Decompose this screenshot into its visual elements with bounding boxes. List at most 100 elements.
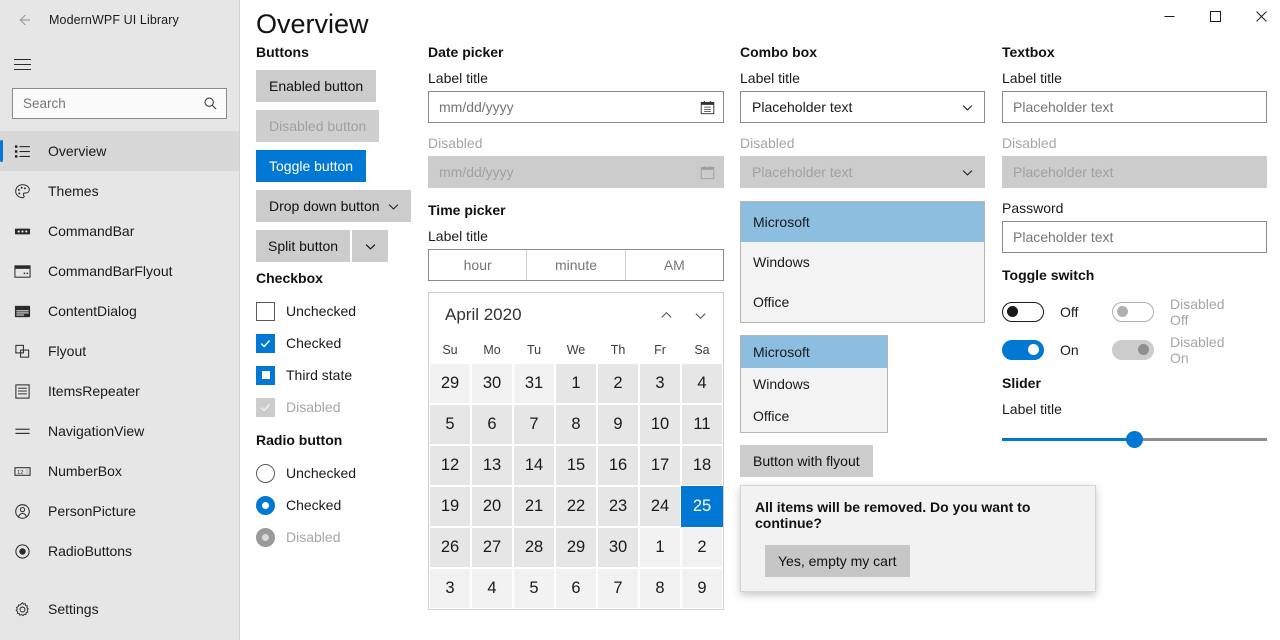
calendar-day-cell[interactable]: 1 (639, 527, 681, 568)
password-input[interactable]: Placeholder text (1002, 221, 1267, 253)
calendar-day-cell[interactable]: 20 (471, 486, 513, 527)
toggle-button[interactable]: Toggle button (256, 150, 366, 182)
back-arrow-icon[interactable] (2, 4, 46, 36)
toggle-switch-off-group[interactable]: Off (1002, 302, 1112, 322)
calendar-day-cell[interactable]: 5 (429, 404, 471, 445)
calendar-day-cell[interactable]: 5 (513, 568, 555, 609)
minimize-button[interactable] (1146, 0, 1192, 32)
sidebar-item-radiobuttons[interactable]: RadioButtons (0, 531, 239, 571)
search-icon[interactable] (203, 96, 218, 111)
list-item[interactable]: Windows (741, 368, 887, 400)
sidebar-item-flyout[interactable]: Flyout (0, 331, 239, 371)
list-item[interactable]: Windows (741, 242, 984, 282)
button-with-flyout[interactable]: Button with flyout (740, 445, 873, 477)
checkbox-third-state[interactable]: Third state (256, 360, 428, 390)
timepicker-hour[interactable]: hour (429, 250, 526, 280)
calendar-month-label[interactable]: April 2020 (445, 305, 649, 325)
list-item[interactable]: Microsoft (741, 336, 887, 368)
toggle-switch-off[interactable] (1002, 302, 1044, 322)
calendar-day-cell[interactable]: 22 (555, 486, 597, 527)
calendar-day-cell[interactable]: 8 (555, 404, 597, 445)
calendar-day-cell[interactable]: 14 (513, 445, 555, 486)
checkbox-box[interactable] (256, 334, 275, 353)
textbox-input[interactable]: Placeholder text (1002, 91, 1267, 123)
calendar-day-cell[interactable]: 7 (597, 568, 639, 609)
slider-thumb[interactable] (1126, 431, 1143, 448)
calendar-day-cell[interactable]: 23 (597, 486, 639, 527)
calendar-day-cell[interactable]: 24 (639, 486, 681, 527)
calendar-day-cell[interactable]: 2 (681, 527, 723, 568)
combobox-select[interactable]: Placeholder text (740, 91, 985, 123)
calendar-day-cell[interactable]: 27 (471, 527, 513, 568)
calendar-day-cell[interactable]: 1 (555, 363, 597, 404)
toggle-switch-on-group[interactable]: On (1002, 340, 1112, 360)
calendar-day-cell[interactable]: 3 (639, 363, 681, 404)
calendar-day-cell[interactable]: 2 (597, 363, 639, 404)
calendar-day-cell[interactable]: 6 (471, 404, 513, 445)
close-button[interactable] (1238, 0, 1280, 32)
maximize-button[interactable] (1192, 0, 1238, 32)
calendar-day-cell[interactable]: 6 (555, 568, 597, 609)
calendar-day-cell[interactable]: 19 (429, 486, 471, 527)
calendar-day-cell[interactable]: 26 (429, 527, 471, 568)
listbox-primary[interactable]: Microsoft Windows Office (740, 201, 985, 323)
sidebar-item-commandbarflyout[interactable]: CommandBarFlyout (0, 251, 239, 291)
split-button-label[interactable]: Split button (256, 230, 350, 262)
calendar-day-cell[interactable]: 16 (597, 445, 639, 486)
list-item[interactable]: Office (741, 282, 984, 322)
radio-checked[interactable]: Checked (256, 490, 428, 520)
calendar-day-cell[interactable]: 3 (429, 568, 471, 609)
sidebar-item-contentdialog[interactable]: ContentDialog (0, 291, 239, 331)
calendar-day-cell[interactable]: 30 (471, 363, 513, 404)
sidebar-item-itemsrepeater[interactable]: ItemsRepeater (0, 371, 239, 411)
dropdown-button[interactable]: Drop down button (256, 190, 411, 222)
calendar-day-cell[interactable]: 21 (513, 486, 555, 527)
chevron-up-icon[interactable] (649, 300, 683, 330)
sidebar-item-personpicture[interactable]: PersonPicture (0, 491, 239, 531)
checkbox-unchecked[interactable]: Unchecked (256, 296, 428, 326)
toggle-switch-on[interactable] (1002, 340, 1044, 360)
sidebar-item-navigationview[interactable]: NavigationView (0, 411, 239, 451)
checkbox-box[interactable] (256, 302, 275, 321)
sidebar-item-settings[interactable]: Settings (0, 589, 239, 629)
enabled-button[interactable]: Enabled button (256, 70, 376, 102)
timepicker-input[interactable]: hour minute AM (428, 249, 724, 281)
calendar-day-cell[interactable]: 30 (597, 527, 639, 568)
calendar-day-cell[interactable]: 10 (639, 404, 681, 445)
timepicker-meridiem[interactable]: AM (625, 250, 723, 280)
calendar-day-cell[interactable]: 28 (513, 527, 555, 568)
chevron-down-icon[interactable] (352, 230, 388, 262)
calendar-day-cell[interactable]: 12 (429, 445, 471, 486)
calendar-day-cell[interactable]: 17 (639, 445, 681, 486)
sidebar-item-commandbar[interactable]: CommandBar (0, 211, 239, 251)
timepicker-minute[interactable]: minute (526, 250, 624, 280)
calendar-day-cell[interactable]: 7 (513, 404, 555, 445)
calendar-day-cell[interactable]: 18 (681, 445, 723, 486)
list-item[interactable]: Office (741, 400, 887, 432)
radio-circle[interactable] (256, 464, 275, 483)
checkbox-box[interactable] (256, 366, 275, 385)
calendar-day-cell[interactable]: 13 (471, 445, 513, 486)
calendar-day-cell[interactable]: 9 (597, 404, 639, 445)
search-input[interactable] (23, 96, 203, 111)
calendar-day-cell[interactable]: 11 (681, 404, 723, 445)
calendar-day-cell[interactable]: 4 (681, 363, 723, 404)
calendar-day-cell[interactable]: 15 (555, 445, 597, 486)
calendar-day-cell[interactable]: 31 (513, 363, 555, 404)
listbox-secondary[interactable]: Microsoft Windows Office (740, 335, 888, 433)
hamburger-icon[interactable] (0, 46, 44, 82)
calendar-icon[interactable] (700, 100, 715, 115)
calendar-day-cell[interactable]: 8 (639, 568, 681, 609)
split-button[interactable]: Split button (256, 230, 428, 262)
calendar-day-cell[interactable]: 29 (429, 363, 471, 404)
calendar-day-cell[interactable]: 4 (471, 568, 513, 609)
sidebar-item-themes[interactable]: Themes (0, 171, 239, 211)
slider-control[interactable] (1002, 426, 1267, 454)
sidebar-item-numberbox[interactable]: 12 NumberBox (0, 451, 239, 491)
radio-unchecked[interactable]: Unchecked (256, 458, 428, 488)
radio-circle[interactable] (256, 496, 275, 515)
checkbox-checked[interactable]: Checked (256, 328, 428, 358)
calendar-day-cell[interactable]: 25 (681, 486, 723, 527)
calendar-day-cell[interactable]: 9 (681, 568, 723, 609)
search-box[interactable] (12, 88, 227, 119)
